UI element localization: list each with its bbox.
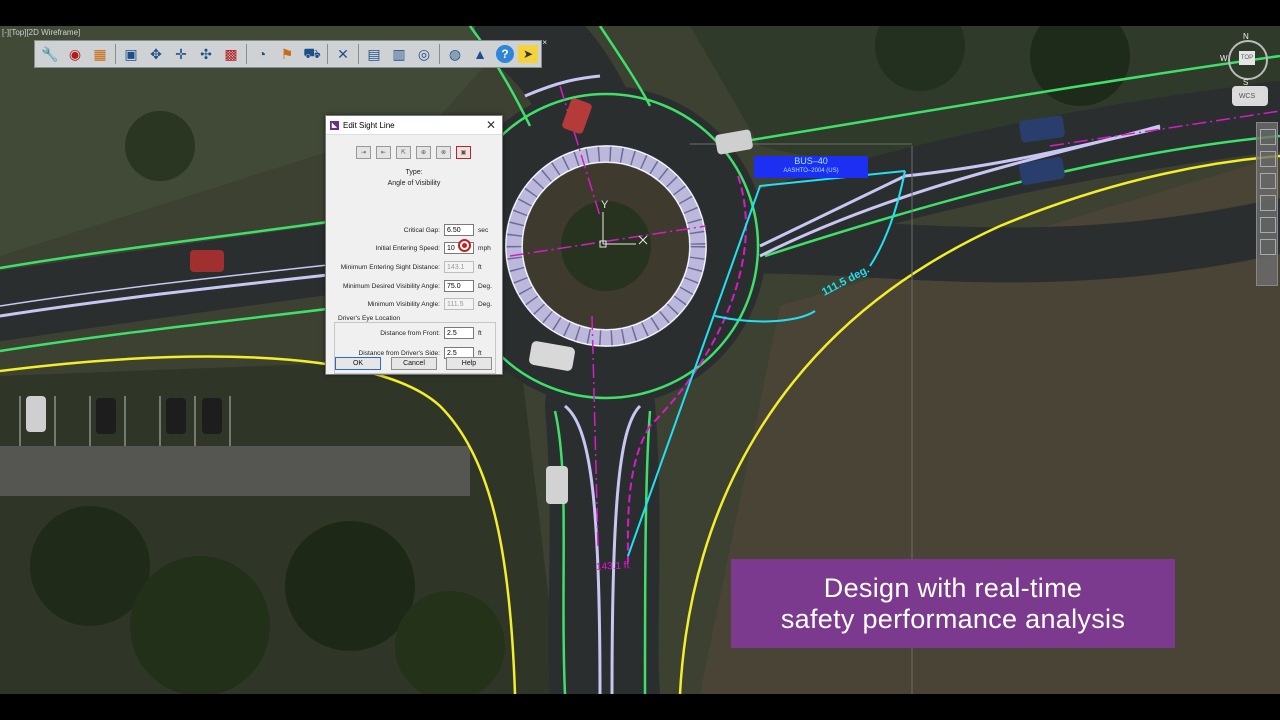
sight-type-angle-icon[interactable]: ▣ <box>456 146 471 159</box>
type-value: Angle of Visibility <box>387 180 441 187</box>
navbar-menu-icon[interactable] <box>1260 239 1276 255</box>
arrow-icon[interactable]: ➤ <box>518 45 538 63</box>
sign-icon[interactable]: ⚑ <box>275 43 299 65</box>
min-visibility-angle-value: 111.5 <box>444 298 474 310</box>
pan-tool-icon[interactable] <box>1260 151 1276 167</box>
speed-icon[interactable]: ◔ <box>250 43 274 65</box>
viewcube-top-face[interactable]: TOP <box>1239 51 1255 65</box>
globe-icon[interactable]: ◍ <box>443 43 467 65</box>
document-icon[interactable]: ▣ <box>119 43 143 65</box>
toolbar-close-icon[interactable]: × <box>542 38 547 47</box>
sight-type-2-icon[interactable]: ⇤ <box>376 146 391 159</box>
steering-wheel-icon[interactable] <box>1260 129 1276 145</box>
settings-wrench-icon[interactable]: 🔧 <box>38 43 62 65</box>
min-visibility-angle-label: Minimum Visibility Angle: <box>367 301 440 308</box>
distance-front-unit: ft <box>478 330 482 337</box>
truck-icon[interactable]: ⛟ <box>300 43 324 65</box>
sight-type-1-icon[interactable]: ⇥ <box>356 146 371 159</box>
min-entering-sight-value: 143.1 <box>444 261 474 273</box>
critical-gap-input[interactable]: 6.50 <box>444 224 474 236</box>
dialog-titlebar[interactable]: ◣ Edit Sight Line <box>326 116 502 135</box>
screen: [-][Top][2D Wireframe] Y BUS–40 AASHTO–2… <box>0 0 1280 720</box>
sight-distance-label: 143.1 ft <box>595 560 630 573</box>
entering-speed-unit: mph <box>478 245 491 252</box>
help-button[interactable]: Help <box>446 357 492 370</box>
promo-line-1: Design with real-time <box>823 572 1083 603</box>
min-desired-angle-unit: Deg. <box>478 283 492 290</box>
close-icon[interactable]: ✕ <box>486 118 496 132</box>
promo-line-2: safety performance analysis <box>780 603 1126 634</box>
toolbar-separator <box>115 44 116 64</box>
help-icon[interactable]: ? <box>496 45 514 63</box>
edit-sight-line-dialog: ◣ Edit Sight Line ✕ ⇥ ⇤ ⇱ ⊕ ⊗ ▣ Type: An… <box>325 115 503 375</box>
zoom-tool-icon[interactable] <box>1260 173 1276 189</box>
distance-side-label: Distance from Driver's Side: <box>358 350 440 357</box>
eye-icon[interactable]: ◎ <box>412 43 436 65</box>
toolbar-separator <box>246 44 247 64</box>
palette-icon[interactable]: ◉ <box>63 43 87 65</box>
report-icon[interactable]: ▥ <box>387 43 411 65</box>
distance-front-label: Distance from Front: <box>380 330 440 337</box>
drivers-eye-group-label: Driver's Eye Location <box>336 315 403 322</box>
min-desired-angle-label: Minimum Desired Visibility Angle: <box>343 283 440 290</box>
navigation-bar <box>1256 122 1278 286</box>
critical-gap-unit: sec <box>478 227 489 234</box>
distance-front-input[interactable]: 2.5 <box>444 327 474 339</box>
drawing-viewport[interactable]: [-][Top][2D Wireframe] Y BUS–40 AASHTO–2… <box>0 26 1280 694</box>
orbit-tool-icon[interactable] <box>1260 195 1276 211</box>
cursor-pointer-icon <box>458 239 471 252</box>
distance-side-unit: ft <box>478 350 482 357</box>
min-entering-sight-unit: ft <box>478 264 482 271</box>
viewcube[interactable]: TOP N S W <box>1220 32 1272 92</box>
film-icon[interactable]: ▤ <box>362 43 386 65</box>
toolbar-separator <box>439 44 440 64</box>
cross-icon[interactable]: ✕ <box>331 43 355 65</box>
wcs-menu[interactable]: WCS <box>1232 92 1262 102</box>
min-desired-angle-input[interactable]: 75.0 <box>444 280 474 292</box>
critical-gap-label: Critical Gap: <box>403 227 440 234</box>
sight-type-4-icon[interactable]: ⊕ <box>416 146 431 159</box>
grid-icon[interactable]: ▩ <box>219 43 243 65</box>
vehicle-tracking-toolbar: 🔧 ◉ ▦ ▣ ✥ ✛ ✣ ▩ ◔ ⚑ ⛟ ✕ ▤ ▥ ◎ ◍ ▲ ? ➤ × <box>34 38 547 68</box>
type-label: Type: <box>405 169 423 176</box>
min-visibility-angle-unit: Deg. <box>478 301 492 308</box>
ok-button[interactable]: OK <box>335 357 381 370</box>
cancel-button[interactable]: Cancel <box>391 357 437 370</box>
promo-banner: Design with real-time safety performance… <box>731 559 1175 648</box>
vehicle-label-standard: AASHTO–2004 (US) <box>783 168 839 174</box>
viewport-label[interactable]: [-][Top][2D Wireframe] <box>2 28 80 37</box>
pan-icon[interactable]: ✥ <box>144 43 168 65</box>
min-entering-sight-label: Minimum Entering Sight Distance: <box>340 264 440 271</box>
ucs-y-axis-label: Y <box>601 199 609 211</box>
compass-north[interactable]: N <box>1243 32 1249 41</box>
vehicle-label[interactable]: BUS–40 AASHTO–2004 (US) <box>754 156 868 178</box>
print-icon[interactable]: ▦ <box>88 43 112 65</box>
vehicle-label-main: BUS–40 <box>794 156 828 166</box>
dialog-title: Edit Sight Line <box>343 120 395 130</box>
sight-type-3-icon[interactable]: ⇱ <box>396 146 411 159</box>
showmotion-icon[interactable] <box>1260 217 1276 233</box>
move-icon[interactable]: ✛ <box>169 43 193 65</box>
sight-line-type-buttons: ⇥ ⇤ ⇱ ⊕ ⊗ ▣ <box>356 146 471 159</box>
letterbox-bottom <box>0 694 1280 720</box>
rotate-icon[interactable]: ✣ <box>194 43 218 65</box>
app-logo-icon: ◣ <box>330 120 339 130</box>
toolbar-separator <box>327 44 328 64</box>
compass-west[interactable]: W <box>1220 54 1228 63</box>
letterbox-top <box>0 0 1280 26</box>
entering-speed-label: Initial Entering Speed: <box>375 245 440 252</box>
compass-south[interactable]: S <box>1243 78 1248 87</box>
toolbar-separator <box>358 44 359 64</box>
sight-type-5-icon[interactable]: ⊗ <box>436 146 451 159</box>
learn-icon[interactable]: ▲ <box>468 43 492 65</box>
